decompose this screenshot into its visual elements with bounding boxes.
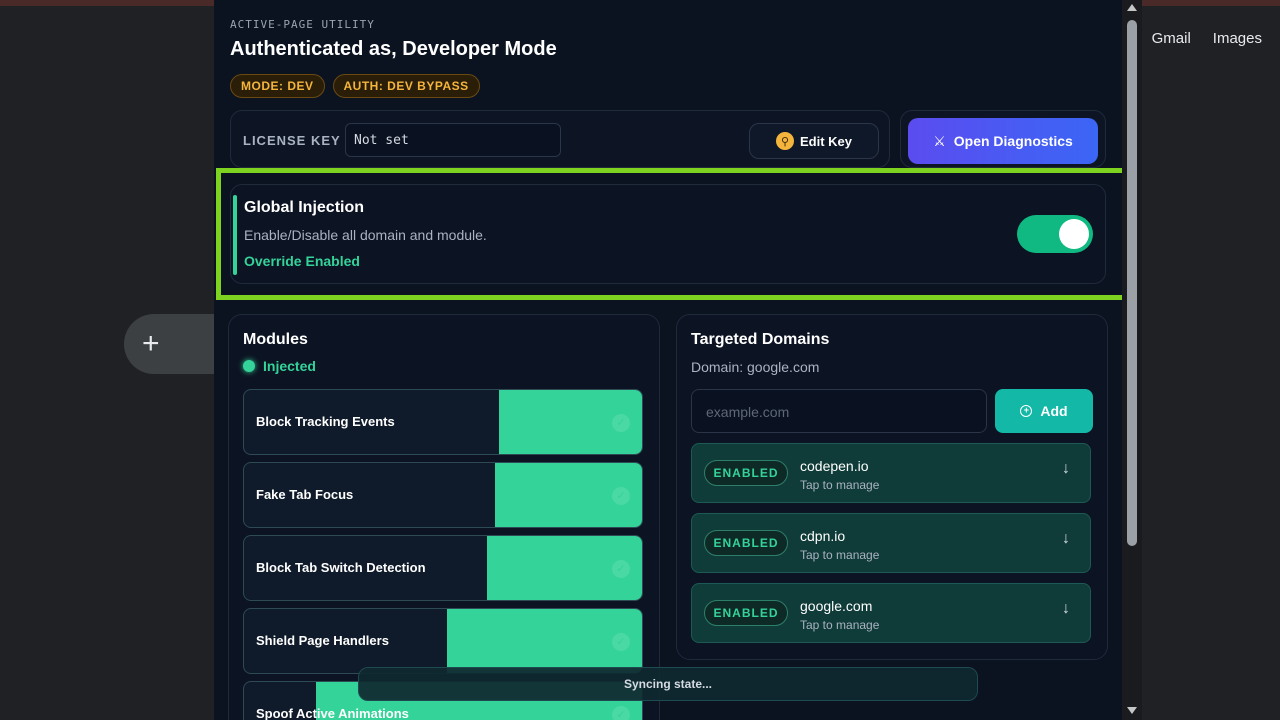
module-item[interactable]: Block Tab Switch Detection ✓ bbox=[243, 535, 643, 601]
domain-name: google.com bbox=[800, 598, 873, 614]
check-icon: ✓ bbox=[612, 487, 630, 505]
scroll-up-icon[interactable] bbox=[1127, 4, 1137, 11]
modules-status-label: Injected bbox=[263, 358, 316, 374]
arrow-down-icon[interactable]: ↓ bbox=[1062, 530, 1070, 548]
status-dot-icon bbox=[243, 360, 255, 372]
google-header-links: Gmail Images bbox=[1152, 30, 1262, 47]
page-title: Authenticated as, Developer Mode bbox=[230, 38, 557, 60]
stethoscope-icon: ⚔ bbox=[933, 132, 946, 149]
panel-scrollbar[interactable] bbox=[1122, 0, 1142, 720]
domain-name: cdpn.io bbox=[800, 528, 846, 544]
domain-item[interactable]: ENABLED cdpn.io Tap to manage ↓ bbox=[691, 513, 1091, 573]
open-diagnostics-button[interactable]: ⚔ Open Diagnostics bbox=[908, 118, 1098, 164]
edit-key-label: Edit Key bbox=[799, 133, 852, 149]
arrow-down-icon[interactable]: ↓ bbox=[1062, 600, 1070, 618]
module-item[interactable]: Block Tracking Events ✓ bbox=[243, 389, 643, 455]
enabled-badge: ENABLED bbox=[704, 460, 788, 486]
key-icon: ⚲ bbox=[775, 132, 794, 150]
add-circle-icon: + bbox=[1020, 405, 1033, 417]
images-link[interactable]: Images bbox=[1213, 30, 1262, 47]
mode-badge: MODE: DEV bbox=[230, 74, 325, 98]
domain-name: codepen.io bbox=[800, 458, 869, 474]
enabled-badge: ENABLED bbox=[704, 530, 788, 556]
targeted-domains-card: Targeted Domains Domain: google.com exam… bbox=[676, 314, 1108, 660]
plus-icon: + bbox=[142, 327, 160, 360]
current-domain-label: Domain: google.com bbox=[691, 359, 820, 375]
modules-title: Modules bbox=[243, 331, 308, 348]
highlight-frame bbox=[216, 168, 1128, 300]
check-icon: ✓ bbox=[612, 706, 630, 720]
scroll-down-icon[interactable] bbox=[1127, 707, 1137, 714]
check-icon: ✓ bbox=[612, 633, 630, 651]
domain-item[interactable]: ENABLED codepen.io Tap to manage ↓ bbox=[691, 443, 1091, 503]
arrow-down-icon[interactable]: ↓ bbox=[1062, 460, 1070, 478]
module-item[interactable]: Fake Tab Focus ✓ bbox=[243, 462, 643, 528]
module-label: Block Tracking Events bbox=[256, 414, 395, 429]
panel-overline: ACTIVE-PAGE UTILITY bbox=[230, 18, 375, 31]
open-diagnostics-label: Open Diagnostics bbox=[953, 133, 1073, 149]
add-domain-label: Add bbox=[1040, 403, 1068, 419]
targeted-domains-title: Targeted Domains bbox=[691, 331, 830, 348]
module-label: Block Tab Switch Detection bbox=[256, 560, 426, 575]
add-domain-button[interactable]: + Add bbox=[995, 389, 1093, 433]
license-key-field[interactable]: Not set bbox=[345, 123, 561, 157]
modules-card: Modules Injected Block Tracking Events ✓… bbox=[228, 314, 660, 720]
modules-status: Injected bbox=[243, 358, 316, 374]
domain-hint: Tap to manage bbox=[800, 618, 880, 632]
edit-key-button[interactable]: ⚲ Edit Key bbox=[749, 123, 879, 159]
status-badges: MODE: DEV AUTH: DEV BYPASS bbox=[230, 74, 480, 98]
check-icon: ✓ bbox=[612, 414, 630, 432]
license-key-label: LICENSE KEY bbox=[243, 133, 341, 148]
domain-hint: Tap to manage bbox=[800, 548, 880, 562]
domain-input[interactable]: example.com bbox=[691, 389, 987, 433]
scrollbar-thumb[interactable] bbox=[1127, 20, 1137, 546]
domain-hint: Tap to manage bbox=[800, 478, 880, 492]
module-item[interactable]: Shield Page Handlers ✓ bbox=[243, 608, 643, 674]
license-key-row: LICENSE KEY Not set ⚲ Edit Key bbox=[230, 110, 890, 168]
sync-status-toast: Syncing state... bbox=[358, 667, 978, 701]
module-label: Fake Tab Focus bbox=[256, 487, 354, 502]
diagnostics-container: ⚔ Open Diagnostics bbox=[900, 110, 1106, 168]
auth-badge: AUTH: DEV BYPASS bbox=[332, 74, 480, 98]
utility-panel: ACTIVE-PAGE UTILITY Authenticated as, De… bbox=[214, 0, 1122, 720]
module-label: Spoof Active Animations bbox=[256, 706, 409, 720]
enabled-badge: ENABLED bbox=[704, 600, 788, 626]
gmail-link[interactable]: Gmail bbox=[1152, 30, 1191, 47]
module-label: Shield Page Handlers bbox=[256, 633, 389, 648]
check-icon: ✓ bbox=[612, 560, 630, 578]
domain-item[interactable]: ENABLED google.com Tap to manage ↓ bbox=[691, 583, 1091, 643]
